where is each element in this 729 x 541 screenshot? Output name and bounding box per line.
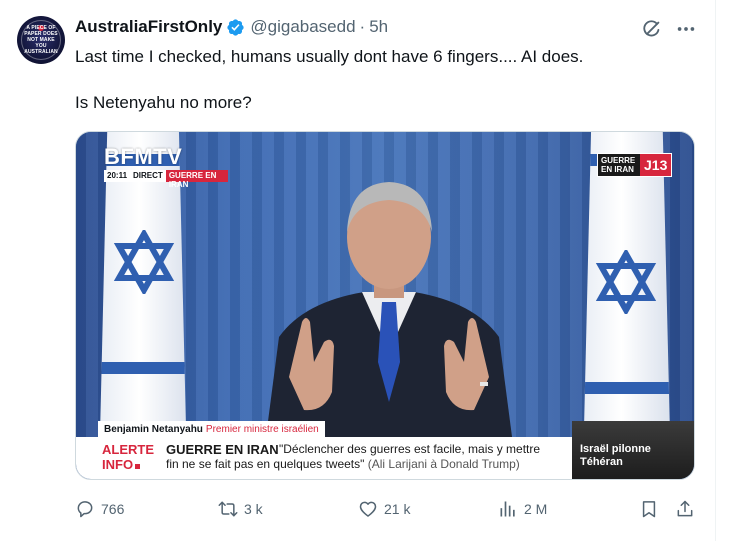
alert-attribution: (Ali Larijani à Donald Trump) [367, 457, 520, 471]
alert-label-line2-text: INFO [102, 457, 134, 472]
tweet-text: Last time I checked, humans usually dont… [75, 45, 695, 114]
alert-bar: ALERTE INFO GUERRE EN IRAN "Déclencher d… [76, 437, 572, 479]
timestamp[interactable]: 5h [369, 17, 388, 37]
alert-headline: GUERRE EN IRAN [166, 442, 279, 457]
avatar-text: A piece of paper does not make you Austr… [24, 25, 58, 55]
clock: 20:11 [104, 170, 131, 182]
share-button[interactable] [675, 496, 695, 522]
verified-badge-icon[interactable] [226, 18, 245, 37]
live-label: DIRECT [130, 170, 166, 182]
media-image[interactable]: BFMTV 20:11 DIRECT GUERRE EN IRAN GUERRE… [75, 131, 695, 480]
star-of-david-icon [113, 230, 175, 294]
reply-button[interactable]: 766 [75, 496, 124, 522]
channel-logo: BFMTV 20:11 DIRECT GUERRE EN IRAN [88, 144, 228, 189]
alert-label-line2: INFO [102, 457, 154, 472]
speaker-caption: Benjamin Netanyahu Premier ministre isra… [98, 421, 325, 437]
bookmark-button[interactable] [639, 496, 659, 522]
alert-quote: "Déclencher des guerres est facile, mais… [166, 442, 569, 472]
alert-quote-line2: fin ne se fait pas en quelques tweets" (… [166, 457, 569, 472]
lower-third: Benjamin Netanyahu Premier ministre isra… [76, 421, 694, 479]
reply-count: 766 [101, 501, 125, 517]
speaker-figure [264, 182, 514, 452]
like-button[interactable]: 21 k [358, 496, 410, 522]
alert-quote-line1: "Déclencher des guerres est facile, mais… [279, 442, 541, 456]
repost-icon [218, 501, 238, 517]
channel-logo-text: BFMTV [104, 144, 183, 169]
action-bar: 766 3 k 21 k 2 M [75, 496, 700, 522]
corner-badge-code: J13 [640, 154, 672, 176]
live-bar: 20:11 DIRECT GUERRE EN IRAN [104, 170, 228, 189]
handle[interactable]: @gigabasedd [250, 17, 355, 37]
speaker-name: Benjamin Netanyahu [104, 423, 203, 435]
tweet-header: AustraliaFirstOnly @gigabasedd · 5h [75, 16, 388, 38]
views-count: 2 M [524, 501, 548, 517]
more-icon[interactable] [675, 18, 697, 40]
side-news-text: Israël pilonne Téhéran [580, 443, 651, 469]
views-icon [500, 501, 515, 517]
reply-icon [77, 501, 93, 518]
tweet-text-line: Is Netenyahu no more? [75, 93, 252, 112]
tweet-text-line: Last time I checked, humans usually dont… [75, 47, 584, 66]
side-news-panel: Israël pilonne Téhéran [572, 421, 694, 479]
corner-badge-text: GUERRE EN IRAN [598, 154, 640, 176]
tweet-card[interactable]: A piece of paper does not make you Austr… [0, 0, 716, 541]
alert-label: ALERTE INFO [102, 442, 154, 472]
flag-stripe [99, 362, 187, 374]
alert-quote-line2-text: fin ne se fait pas en quelques tweets" [166, 457, 365, 471]
israel-flag-right [583, 132, 671, 442]
separator-dot: · [359, 17, 366, 36]
corner-badge: GUERRE EN IRAN J13 [597, 153, 673, 177]
star-of-david-icon [595, 250, 657, 314]
like-count: 21 k [384, 501, 411, 517]
speaker-role: Premier ministre israélien [205, 423, 319, 435]
repost-button[interactable]: 3 k [218, 496, 263, 522]
alert-square-icon [135, 464, 141, 469]
bookmark-icon [642, 501, 656, 518]
live-tag: GUERRE EN IRAN [165, 170, 228, 189]
flag-stripe [583, 382, 671, 394]
like-icon [359, 501, 377, 517]
alert-label-line1: ALERTE [102, 442, 154, 457]
side-news-line2: Téhéran [580, 456, 623, 468]
views-button[interactable]: 2 M [498, 496, 547, 522]
display-name[interactable]: AustraliaFirstOnly [75, 17, 222, 37]
avatar[interactable]: A piece of paper does not make you Austr… [17, 16, 65, 64]
share-icon [677, 500, 693, 517]
repost-count: 3 k [244, 501, 263, 517]
side-news-line1: Israël pilonne [580, 443, 651, 455]
grok-icon[interactable] [641, 18, 663, 40]
